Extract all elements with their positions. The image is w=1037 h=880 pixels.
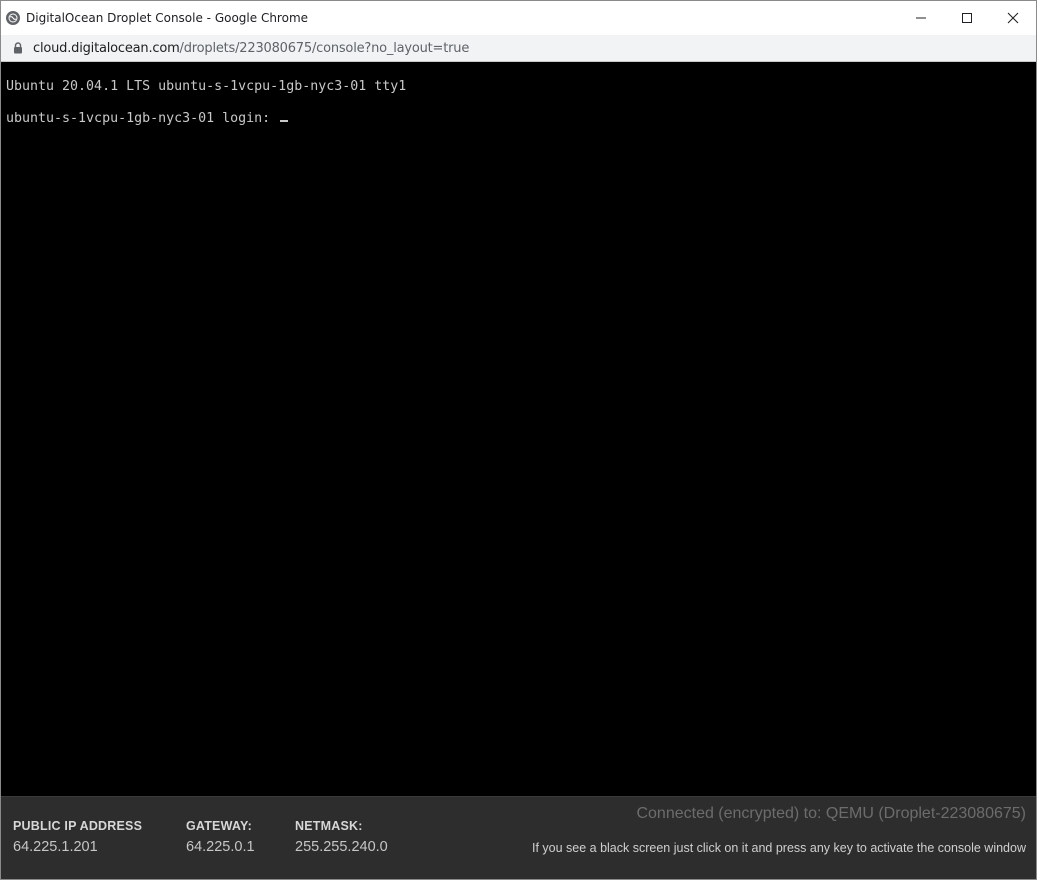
gateway-label: GATEWAY: <box>186 819 252 833</box>
gateway-value: 64.225.0.1 <box>186 839 255 855</box>
window-title: DigitalOcean Droplet Console - Google Ch… <box>26 11 309 25</box>
login-prompt: ubuntu-s-1vcpu-1gb-nyc3-01 login: <box>6 111 279 126</box>
public-ip-label: PUBLIC IP ADDRESS <box>13 819 143 833</box>
netmask-block: NETMASK: 255.255.240.0 <box>295 819 388 855</box>
public-ip-value: 64.225.1.201 <box>13 839 98 855</box>
minimize-icon <box>916 17 926 19</box>
console-terminal[interactable]: Ubuntu 20.04.1 LTS ubuntu-s-1vcpu-1gb-ny… <box>1 62 1036 796</box>
url-text[interactable]: cloud.digitalocean.com/droplets/22308067… <box>33 41 469 56</box>
netmask-value: 255.255.240.0 <box>295 839 388 855</box>
maximize-button[interactable] <box>944 1 990 35</box>
window-controls <box>898 1 1036 35</box>
url-host: cloud.digitalocean.com <box>33 40 180 56</box>
address-bar[interactable]: cloud.digitalocean.com/droplets/22308067… <box>1 35 1036 62</box>
close-icon <box>1007 12 1019 24</box>
public-ip-block: PUBLIC IP ADDRESS 64.225.1.201 <box>13 819 142 855</box>
netmask-label: NETMASK: <box>295 819 363 833</box>
maximize-icon <box>962 13 972 23</box>
connection-status: Connected (encrypted) to: QEMU (Droplet-… <box>636 805 1026 822</box>
gateway-block: GATEWAY: 64.225.0.1 <box>186 819 255 855</box>
text-cursor <box>280 120 289 122</box>
terminal-login-line: ubuntu-s-1vcpu-1gb-nyc3-01 login: <box>6 111 289 126</box>
url-path: /droplets/223080675/console?no_layout=tr… <box>179 40 470 56</box>
title-bar[interactable]: DigitalOcean Droplet Console - Google Ch… <box>1 1 1036 35</box>
console-hint: If you see a black screen just click on … <box>531 841 1026 855</box>
console-info-bar: PUBLIC IP ADDRESS 64.225.1.201 GATEWAY: … <box>1 796 1036 879</box>
globe-icon <box>6 11 20 25</box>
browser-window: DigitalOcean Droplet Console - Google Ch… <box>0 0 1037 880</box>
minimize-button[interactable] <box>898 1 944 35</box>
terminal-banner-line: Ubuntu 20.04.1 LTS ubuntu-s-1vcpu-1gb-ny… <box>6 79 407 94</box>
close-button[interactable] <box>990 1 1036 35</box>
lock-icon <box>13 42 23 54</box>
